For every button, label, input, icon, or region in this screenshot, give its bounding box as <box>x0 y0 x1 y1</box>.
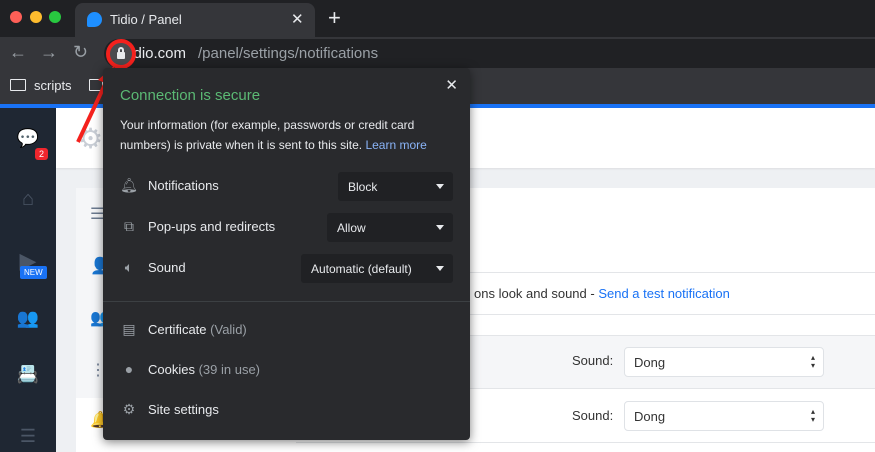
bookmark-scripts[interactable]: scripts <box>34 78 72 93</box>
maximize-window-button[interactable] <box>49 11 61 23</box>
cookies-item[interactable]: ● Cookies (39 in use) <box>120 361 260 381</box>
minimize-window-button[interactable] <box>30 11 42 23</box>
popups-dropdown[interactable]: Allow <box>327 213 453 242</box>
settings-sliders-icon[interactable]: ☰ <box>0 426 56 447</box>
sound-select[interactable]: Dong <box>624 401 824 431</box>
address-bar[interactable]: tidio.com /panel/settings/notifications <box>104 39 875 68</box>
popup-external-icon: ⧉ <box>124 218 134 234</box>
contacts-icon[interactable]: 📇 <box>0 364 56 385</box>
sound-select[interactable]: Dong <box>624 347 824 377</box>
send-test-notification-link[interactable]: Send a test notification <box>598 286 730 301</box>
notifications-blocked-icon: 🔔︎ <box>120 177 138 193</box>
chat-icon[interactable]: 💬 <box>0 128 56 149</box>
notification-description: ons look and sound - <box>474 286 599 301</box>
divider <box>103 301 470 302</box>
site-info-popup: ✕ Connection is secure Your information … <box>103 68 470 440</box>
url-path: /panel/settings/notifications <box>198 45 379 62</box>
close-tab-icon[interactable]: ✕ <box>291 10 304 28</box>
certificate-item[interactable]: ▤ Certificate (Valid) <box>120 321 246 341</box>
tidio-favicon-icon <box>87 12 102 27</box>
home-icon[interactable]: ⌂ <box>0 188 56 211</box>
speaker-icon: 🔈︎ <box>124 259 134 275</box>
learn-more-link[interactable]: Learn more <box>365 138 426 152</box>
chat-badge: 2 <box>35 148 49 160</box>
forward-icon[interactable]: → <box>40 42 58 63</box>
back-icon[interactable]: ← <box>9 42 27 63</box>
site-settings-item[interactable]: ⚙ Site settings <box>120 401 219 421</box>
tab-bar: Tidio / Panel ✕ + <box>0 0 875 37</box>
test-notification-text: ons look and sound - Send a test notific… <box>474 286 730 301</box>
sidebar: 💬 2 ⌂ ▶ NEW 👥 📇 ☰ <box>0 108 56 452</box>
folder-icon <box>10 79 26 91</box>
tab-title: Tidio / Panel <box>110 12 182 27</box>
new-tab-icon[interactable]: + <box>328 5 341 31</box>
tab-tidio-panel[interactable]: Tidio / Panel ✕ <box>75 3 315 37</box>
sound-dropdown[interactable]: Automatic (default) <box>301 254 453 283</box>
popup-body: Your information (for example, passwords… <box>120 118 427 152</box>
close-icon[interactable]: ✕ <box>445 76 458 94</box>
cookie-icon: ● <box>124 361 134 377</box>
toolbar: ← → ↻ tidio.com /panel/settings/notifica… <box>0 37 875 70</box>
certificate-icon: ▤ <box>122 321 136 337</box>
popup-title: Connection is secure <box>120 87 261 104</box>
gear-icon: ⚙ <box>122 401 136 417</box>
close-window-button[interactable] <box>10 11 22 23</box>
visitors-icon[interactable]: 👥 <box>0 308 56 329</box>
new-badge: NEW <box>20 266 47 279</box>
notifications-dropdown[interactable]: Block <box>338 172 453 201</box>
